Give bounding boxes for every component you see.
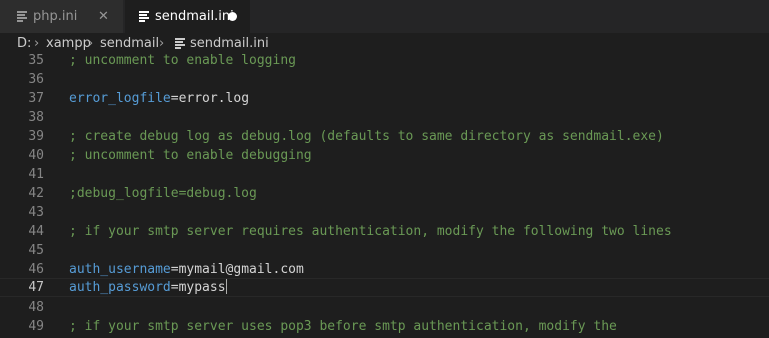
line-number: 46 <box>28 262 44 277</box>
line-number: 42 <box>28 186 44 201</box>
close-icon[interactable]: ✕ <box>98 8 109 25</box>
code-key: auth_password <box>69 280 171 295</box>
code-value: mypass <box>178 280 226 295</box>
code-line[interactable]: 39 ; create debug log as debug.log (defa… <box>0 127 769 146</box>
code-comment: ; if your smtp server uses pop3 before s… <box>69 319 617 334</box>
code-line[interactable]: 42 ;debug_logfile=debug.log <box>0 184 769 203</box>
line-number: 48 <box>28 300 44 315</box>
tab-label: php.ini <box>33 9 78 24</box>
code-comment: ; create debug log as debug.log (default… <box>69 129 664 144</box>
code-comment: ;debug_logfile=debug.log <box>69 186 257 201</box>
line-number: 49 <box>28 319 44 334</box>
code-line[interactable]: 48 <box>0 298 769 317</box>
code-line[interactable]: 44 ; if your smtp server requires authen… <box>0 222 769 241</box>
code-line[interactable]: 40 ; uncomment to enable debugging <box>0 146 769 165</box>
text-cursor <box>225 279 227 294</box>
line-number: 44 <box>28 224 44 239</box>
tab-bar: php.ini ✕ sendmail.ini <box>0 0 769 33</box>
code-line[interactable]: 41 <box>0 165 769 184</box>
line-number: 35 <box>28 53 44 68</box>
code-editor[interactable]: 35 ; uncomment to enable logging 36 37 e… <box>0 51 769 338</box>
code-line[interactable]: 49 ; if your smtp server uses pop3 befor… <box>0 317 769 336</box>
file-lines-icon <box>17 11 27 22</box>
line-number: 43 <box>28 205 44 220</box>
code-operator: = <box>170 280 179 295</box>
file-lines-icon <box>139 11 149 22</box>
current-code-line[interactable]: 47 auth_password=mypass <box>0 278 769 297</box>
code-comment: ; if your smtp server requires authentic… <box>69 224 672 239</box>
line-number: 40 <box>28 148 44 163</box>
code-line[interactable]: 38 <box>0 108 769 127</box>
line-number: 38 <box>28 110 44 125</box>
line-number: 45 <box>28 243 44 258</box>
code-key: error_logfile <box>69 91 171 106</box>
code-value: mymail@gmail.com <box>178 262 304 277</box>
code-line[interactable]: 35 ; uncomment to enable logging <box>0 51 769 70</box>
unsaved-dot-icon[interactable] <box>228 12 237 21</box>
line-number: 47 <box>28 280 44 295</box>
code-operator: = <box>170 262 179 277</box>
code-line[interactable]: 46 auth_username=mymail@gmail.com <box>0 260 769 279</box>
code-operator: = <box>170 91 179 106</box>
line-number: 36 <box>28 72 44 87</box>
code-key: auth_username <box>69 262 171 277</box>
line-number: 39 <box>28 129 44 144</box>
tab-label: sendmail.ini <box>155 9 234 24</box>
line-number: 37 <box>28 91 44 106</box>
code-line[interactable]: 43 <box>0 203 769 222</box>
code-line[interactable]: 45 <box>0 241 769 260</box>
line-number: 41 <box>28 167 44 182</box>
tab-sendmail-ini[interactable]: sendmail.ini <box>125 0 250 33</box>
file-lines-icon <box>175 38 185 49</box>
code-line[interactable]: 36 <box>0 70 769 89</box>
code-line[interactable]: 37 error_logfile=error.log <box>0 89 769 108</box>
code-value: error.log <box>178 91 250 106</box>
code-comment: ; uncomment to enable logging <box>69 53 296 68</box>
code-comment: ; uncomment to enable debugging <box>69 148 312 163</box>
tab-php-ini[interactable]: php.ini ✕ <box>0 0 124 33</box>
